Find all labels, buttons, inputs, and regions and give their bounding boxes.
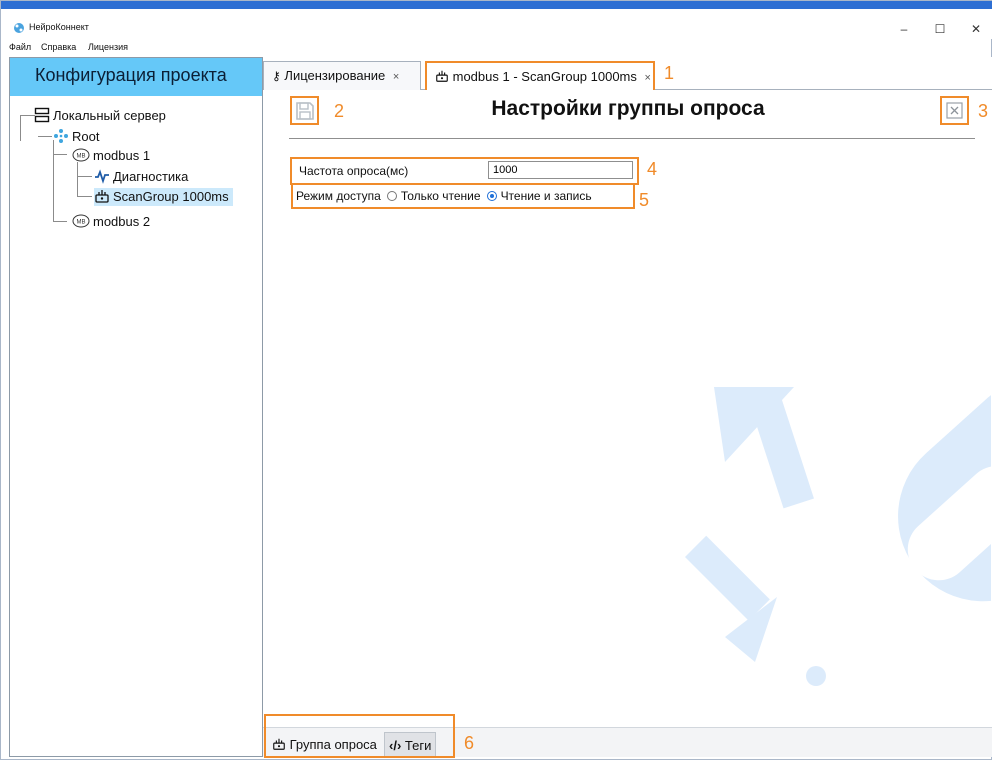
tree-connector [20,115,35,116]
close-icon[interactable]: × [645,72,651,84]
window-accent-bar [1,1,992,9]
sidebar-header: Конфигурация проекта [10,58,262,96]
tree-connector [53,221,67,222]
title-divider [289,138,975,139]
pulse-icon [95,169,109,184]
tree-item-diagnostics[interactable]: Диагностика [94,168,188,186]
access-mode-label: Режим доступа [296,189,381,203]
radio-read-only[interactable] [386,191,397,201]
tree-connector [20,115,21,141]
frequency-label: Частота опроса(мс) [299,164,409,178]
tree-item-label: Root [72,129,100,144]
frequency-input[interactable] [488,161,633,179]
tree-item-root[interactable]: Root [53,128,99,146]
page-title: Настройки группы опроса [491,97,765,120]
server-icon [34,107,50,123]
scan-group-icon [95,190,109,203]
menu-license[interactable]: Лицензия [88,42,128,52]
tree-connector [53,140,54,222]
save-icon[interactable] [295,101,315,121]
tree-connector [77,176,92,177]
menu-help[interactable]: Справка [41,42,76,52]
minimize-button[interactable]: – [897,23,911,35]
network-icon [54,129,68,143]
option-read-write-label: Чтение и запись [500,189,592,203]
tree-item-local-server[interactable]: Локальный сервер [34,107,166,125]
app-title: НейроКоннект [29,22,89,32]
modbus-icon: MB [72,214,90,228]
key-icon: ⚷ [272,69,281,83]
annotation-3: 3 [978,101,989,121]
tree-item-label: modbus 2 [93,214,151,229]
tree-item-modbus-1[interactable]: MB modbus 1 [72,147,150,165]
tree-item-label: Диагностика [113,169,189,184]
tree-connector [77,162,78,197]
close-icon[interactable] [946,102,963,119]
annotation-4: 4 [647,159,658,179]
annotation-5: 5 [639,190,650,210]
option-read-only-label: Только чтение [400,189,481,203]
tab-scangroup[interactable]: modbus 1 - ScanGroup 1000ms × [425,61,655,90]
svg-text:MB: MB [77,220,86,226]
close-icon[interactable]: × [393,71,399,83]
maximize-button[interactable]: ☐ [933,23,947,35]
tree-item-modbus-2[interactable]: MB modbus 2 [72,213,150,231]
tree-item-label: modbus 1 [93,148,151,163]
tree-item-label: ScanGroup 1000ms [113,189,229,204]
app-window: НейроКоннект – ☐ ✕ Файл Справка Лицензия… [0,0,992,760]
tree-connector [77,196,92,197]
tree-item-label: Локальный сервер [53,108,166,123]
tab-label: Лицензирование [284,68,386,83]
menu-file[interactable]: Файл [9,42,31,52]
tab-label: modbus 1 - ScanGroup 1000ms [452,69,637,84]
tab-licensing[interactable]: ⚷ Лицензирование × [263,61,421,90]
annotation-box-6 [264,714,455,758]
tree-connector [53,154,67,155]
sidebar-title: Конфигурация проекта [35,65,227,85]
main-panel: ⚷ Лицензирование × modbus 1 - ScanGroup … [263,57,992,758]
annotation-2: 2 [334,101,345,121]
access-mode-row: Режим доступа Только чтение Чтение и запис… [296,189,592,203]
title-bar: НейроКоннект – ☐ ✕ [1,9,992,39]
scan-group-icon [436,70,448,82]
radio-read-write[interactable] [486,191,497,201]
svg-text:MB: MB [77,154,86,160]
annotation-6: 6 [464,733,475,753]
tree-item-scangroup[interactable]: ScanGroup 1000ms [94,188,233,206]
modbus-icon: MB [72,148,90,162]
project-sidebar: Конфигурация проекта Локальный сервер Ro… [9,57,263,757]
document-tab-bar: ⚷ Лицензирование × modbus 1 - ScanGroup … [263,57,992,90]
menu-bar: Файл Справка Лицензия [1,39,992,57]
watermark-logo [685,387,991,686]
close-window-button[interactable]: ✕ [969,23,983,35]
app-logo-icon [14,23,24,33]
annotation-1: 1 [664,63,675,83]
tree-connector [38,136,52,137]
